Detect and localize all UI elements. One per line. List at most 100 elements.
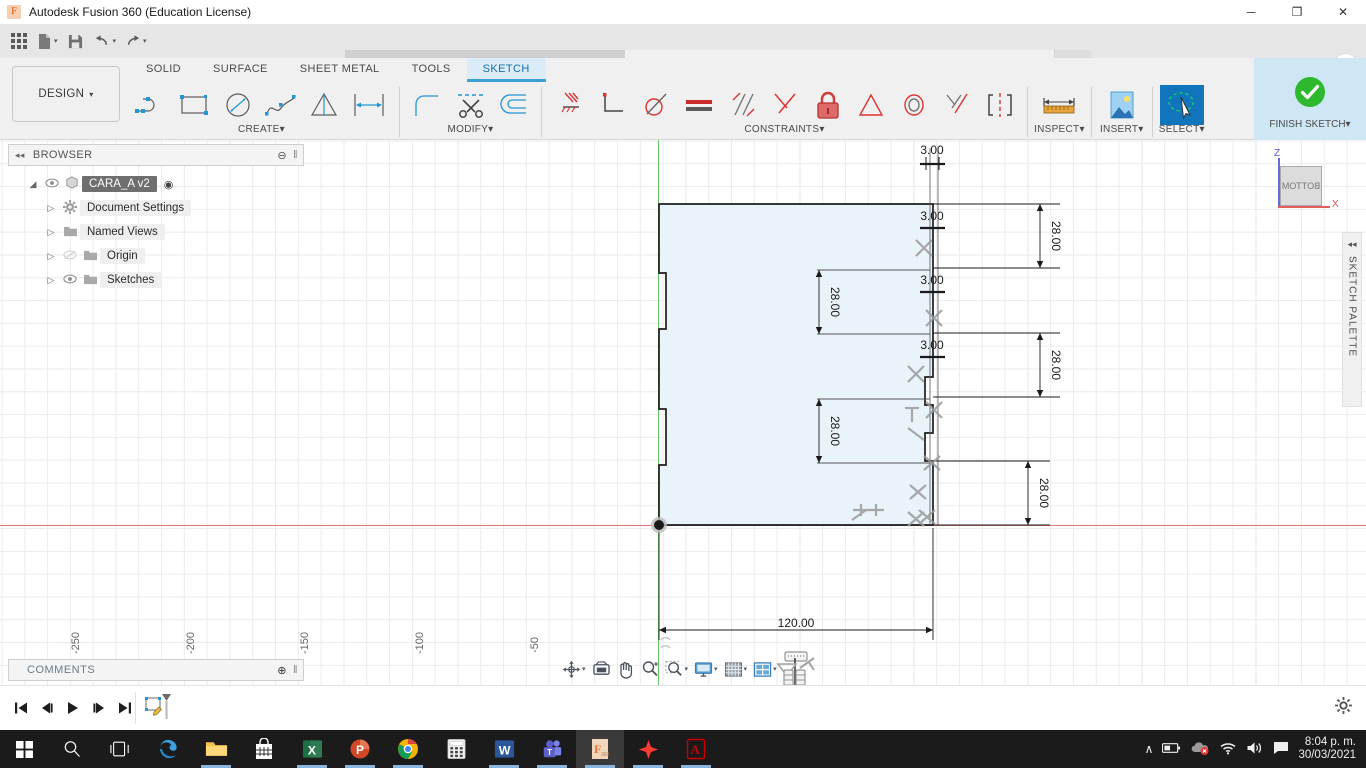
expand-arrow-icon[interactable]: ◢ xyxy=(24,179,42,190)
panel-label-inspect[interactable]: INSPECT▾ xyxy=(1034,124,1085,135)
panel-label-create[interactable]: CREATE▾ xyxy=(238,124,285,135)
look-at-icon[interactable] xyxy=(590,658,613,680)
timeline-play-icon[interactable] xyxy=(60,695,86,721)
wifi-icon[interactable] xyxy=(1219,741,1237,758)
teams-icon[interactable]: T xyxy=(528,730,576,768)
tree-item-named-views[interactable]: ▷ Named Views xyxy=(24,220,304,244)
expand-arrow-icon[interactable]: ▷ xyxy=(42,203,60,214)
sketch-dimension-icon[interactable] xyxy=(345,85,393,125)
file-explorer-icon[interactable] xyxy=(192,730,240,768)
panel-label-constraints[interactable]: CONSTRAINTS▾ xyxy=(744,124,824,135)
view-cube[interactable]: Z BOTTOM X xyxy=(1266,148,1339,214)
timeline-settings-icon[interactable] xyxy=(1335,697,1352,719)
expand-arrow-icon[interactable]: ▷ xyxy=(42,227,60,238)
timeline-next-icon[interactable] xyxy=(86,695,112,721)
insert-image-icon[interactable] xyxy=(1098,85,1146,125)
battery-icon[interactable] xyxy=(1162,742,1181,757)
perpendicular-constraint-icon[interactable] xyxy=(591,85,634,125)
symmetry-constraint-icon[interactable] xyxy=(849,85,892,125)
undo-icon[interactable]: ▾ xyxy=(91,27,120,55)
grid-snaps-icon[interactable]: ▾ xyxy=(722,658,750,680)
timeline-prev-icon[interactable] xyxy=(34,695,60,721)
redo-icon[interactable]: ▾ xyxy=(121,27,150,55)
onedrive-error-icon[interactable] xyxy=(1190,741,1210,758)
close-button[interactable]: ✕ xyxy=(1320,0,1366,24)
visibility-eye-icon[interactable] xyxy=(42,178,62,191)
fusion360-icon[interactable]: F 360 xyxy=(576,730,624,768)
tray-expand-chevron-icon[interactable]: ∧ xyxy=(1145,742,1154,756)
new-document-icon[interactable]: ▾ xyxy=(34,27,61,55)
spline-icon[interactable] xyxy=(259,85,302,125)
tree-item-sketches[interactable]: ▷ Sketches xyxy=(24,268,304,292)
tree-item-cara-a[interactable]: ◢ CARA_A v2 ◉ xyxy=(24,172,304,196)
action-center-icon[interactable] xyxy=(1273,741,1289,758)
circle-icon[interactable] xyxy=(216,85,259,125)
display-settings-icon[interactable]: ▾ xyxy=(692,658,720,680)
component-activate-icon[interactable]: ◉ xyxy=(164,178,174,191)
taskbar-clock[interactable]: 8:04 p. m. 30/03/2021 xyxy=(1298,736,1356,762)
word-icon[interactable]: W xyxy=(480,730,528,768)
panel-label-modify[interactable]: MODIFY▾ xyxy=(447,124,493,135)
offset-icon[interactable] xyxy=(492,85,535,125)
calculator-icon[interactable] xyxy=(432,730,480,768)
midpoint-constraint-icon[interactable] xyxy=(763,85,806,125)
orbit-icon[interactable]: ▾ xyxy=(560,658,588,680)
tab-tools[interactable]: TOOLS xyxy=(396,58,467,82)
fix-constraint-icon[interactable] xyxy=(548,85,591,125)
expand-arrow-icon[interactable]: ▷ xyxy=(42,251,60,262)
tab-sketch[interactable]: SKETCH xyxy=(466,58,546,82)
timeline-sketch-feature[interactable] xyxy=(145,692,175,724)
task-view-icon[interactable] xyxy=(96,730,144,768)
edge-browser-icon[interactable] xyxy=(144,730,192,768)
timeline-first-icon[interactable] xyxy=(8,695,34,721)
comments-grip-handle[interactable]: ‖ xyxy=(293,664,298,676)
chrome-icon[interactable] xyxy=(384,730,432,768)
minimize-button[interactable]: ─ xyxy=(1228,0,1274,24)
hand-pan-icon[interactable] xyxy=(615,658,637,680)
polygon-icon[interactable] xyxy=(302,85,345,125)
sketch-palette-tab[interactable]: ◂◂ SKETCH PALETTE xyxy=(1342,232,1362,407)
excel-icon[interactable]: X xyxy=(288,730,336,768)
collapse-icon[interactable]: ◂◂ xyxy=(1347,239,1356,250)
browser-grip-handle[interactable]: ‖ xyxy=(293,149,298,161)
equal-constraint-icon[interactable] xyxy=(677,85,720,125)
visibility-eye-off-icon[interactable] xyxy=(60,250,80,263)
search-icon[interactable] xyxy=(48,730,96,768)
tab-solid[interactable]: SOLID xyxy=(130,58,197,82)
finish-sketch-button[interactable]: FINISH SKETCH▾ xyxy=(1254,58,1366,140)
workspace-selector[interactable]: DESIGN ▾ xyxy=(12,66,120,122)
visibility-eye-icon[interactable] xyxy=(60,274,80,287)
lock-constraint-icon[interactable] xyxy=(806,85,849,125)
zoom-icon[interactable] xyxy=(639,658,661,680)
tangent-constraint-icon[interactable] xyxy=(634,85,677,125)
powerpoint-icon[interactable]: P xyxy=(336,730,384,768)
tree-item-document-settings[interactable]: ▷ Document Settings xyxy=(24,196,304,220)
trim-icon[interactable] xyxy=(449,85,492,125)
expand-arrow-icon[interactable]: ▷ xyxy=(42,275,60,286)
concentric-constraint-icon[interactable] xyxy=(892,85,935,125)
browser-panel-header[interactable]: ◂◂ BROWSER ⊖ ‖ xyxy=(8,144,304,166)
start-button[interactable] xyxy=(0,730,48,768)
browser-options-icon[interactable]: ⊖ xyxy=(277,149,287,162)
panel-label-select[interactable]: SELECT▾ xyxy=(1159,124,1205,135)
measure-icon[interactable] xyxy=(1035,85,1083,125)
save-icon[interactable] xyxy=(63,27,89,55)
zoom-window-icon[interactable]: ▾ xyxy=(663,658,691,680)
sketch-canvas[interactable]: -250 -200 -150 -100 -50 3.00 3.00 3.00 3… xyxy=(0,140,1366,685)
microsoft-store-icon[interactable] xyxy=(240,730,288,768)
collapse-icon[interactable]: ◂◂ xyxy=(15,150,25,161)
parallel-constraint-icon[interactable] xyxy=(720,85,763,125)
comments-panel-header[interactable]: COMMENTS ⊕ ‖ xyxy=(8,659,304,681)
collinear-constraint-icon[interactable] xyxy=(978,85,1021,125)
view-cube-face[interactable]: BOTTOM xyxy=(1280,166,1322,206)
select-tool-icon[interactable] xyxy=(1159,85,1204,125)
tab-sheet-metal[interactable]: SHEET METAL xyxy=(284,58,396,82)
panel-label-insert[interactable]: INSERT▾ xyxy=(1100,124,1144,135)
maximize-button[interactable]: ❐ xyxy=(1274,0,1320,24)
fillet-icon[interactable] xyxy=(406,85,449,125)
rectangle-icon[interactable] xyxy=(173,85,216,125)
add-comment-icon[interactable]: ⊕ xyxy=(277,664,287,677)
volume-icon[interactable] xyxy=(1246,741,1264,758)
apps-grid-icon[interactable] xyxy=(6,27,32,55)
curvature-constraint-icon[interactable] xyxy=(935,85,978,125)
